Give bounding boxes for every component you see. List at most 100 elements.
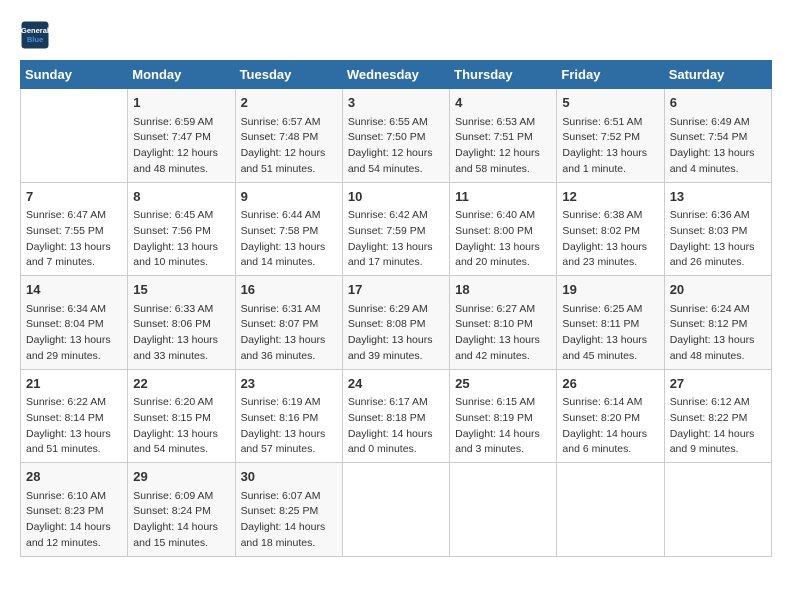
day-info: and 39 minutes. bbox=[348, 349, 444, 365]
day-info: and 12 minutes. bbox=[26, 536, 122, 552]
day-info: Sunrise: 6:19 AM bbox=[241, 395, 337, 411]
day-info: and 33 minutes. bbox=[133, 349, 229, 365]
day-number: 22 bbox=[133, 374, 229, 394]
day-number: 4 bbox=[455, 93, 551, 113]
svg-text:Blue: Blue bbox=[27, 35, 43, 44]
day-info: Sunrise: 6:22 AM bbox=[26, 395, 122, 411]
day-cell: 5Sunrise: 6:51 AMSunset: 7:52 PMDaylight… bbox=[557, 89, 664, 183]
day-info: Sunset: 8:22 PM bbox=[670, 411, 766, 427]
day-number: 7 bbox=[26, 187, 122, 207]
day-cell: 12Sunrise: 6:38 AMSunset: 8:02 PMDayligh… bbox=[557, 182, 664, 276]
day-info: and 51 minutes. bbox=[26, 442, 122, 458]
day-info: and 7 minutes. bbox=[26, 255, 122, 271]
day-number: 6 bbox=[670, 93, 766, 113]
day-info: Sunset: 8:15 PM bbox=[133, 411, 229, 427]
day-info: and 4 minutes. bbox=[670, 162, 766, 178]
day-cell: 19Sunrise: 6:25 AMSunset: 8:11 PMDayligh… bbox=[557, 276, 664, 370]
day-number: 15 bbox=[133, 280, 229, 300]
day-cell: 25Sunrise: 6:15 AMSunset: 8:19 PMDayligh… bbox=[450, 369, 557, 463]
day-info: Sunset: 8:06 PM bbox=[133, 317, 229, 333]
day-number: 24 bbox=[348, 374, 444, 394]
day-info: Sunrise: 6:45 AM bbox=[133, 208, 229, 224]
day-cell: 29Sunrise: 6:09 AMSunset: 8:24 PMDayligh… bbox=[128, 463, 235, 557]
day-info: Sunset: 8:07 PM bbox=[241, 317, 337, 333]
day-info: Sunset: 8:25 PM bbox=[241, 504, 337, 520]
day-info: Sunrise: 6:31 AM bbox=[241, 302, 337, 318]
day-number: 17 bbox=[348, 280, 444, 300]
day-info: Sunrise: 6:09 AM bbox=[133, 489, 229, 505]
day-info: and 54 minutes. bbox=[133, 442, 229, 458]
day-info: Sunset: 7:54 PM bbox=[670, 130, 766, 146]
day-info: Daylight: 13 hours bbox=[670, 333, 766, 349]
day-number: 9 bbox=[241, 187, 337, 207]
day-info: Sunset: 7:56 PM bbox=[133, 224, 229, 240]
col-header-monday: Monday bbox=[128, 61, 235, 89]
day-info: Sunset: 7:51 PM bbox=[455, 130, 551, 146]
day-info: Sunrise: 6:33 AM bbox=[133, 302, 229, 318]
day-info: Sunset: 8:20 PM bbox=[562, 411, 658, 427]
logo: General Blue bbox=[20, 20, 54, 50]
day-number: 14 bbox=[26, 280, 122, 300]
day-info: Sunrise: 6:14 AM bbox=[562, 395, 658, 411]
day-info: Sunset: 8:03 PM bbox=[670, 224, 766, 240]
day-info: Sunset: 8:23 PM bbox=[26, 504, 122, 520]
day-cell: 1Sunrise: 6:59 AMSunset: 7:47 PMDaylight… bbox=[128, 89, 235, 183]
day-cell: 23Sunrise: 6:19 AMSunset: 8:16 PMDayligh… bbox=[235, 369, 342, 463]
day-info: Daylight: 13 hours bbox=[26, 333, 122, 349]
day-info: Daylight: 14 hours bbox=[562, 427, 658, 443]
day-info: Daylight: 13 hours bbox=[670, 146, 766, 162]
day-cell: 21Sunrise: 6:22 AMSunset: 8:14 PMDayligh… bbox=[21, 369, 128, 463]
day-info: and 20 minutes. bbox=[455, 255, 551, 271]
day-cell: 15 Sunrise: 6:33 AMSunset: 8:06 PMDayligh… bbox=[128, 276, 235, 370]
day-info: and 36 minutes. bbox=[241, 349, 337, 365]
day-info: Sunrise: 6:49 AM bbox=[670, 115, 766, 131]
day-number: 28 bbox=[26, 467, 122, 487]
day-info: and 29 minutes. bbox=[26, 349, 122, 365]
day-number: 8 bbox=[133, 187, 229, 207]
col-header-wednesday: Wednesday bbox=[342, 61, 449, 89]
day-info: and 15 minutes. bbox=[133, 536, 229, 552]
day-info: Daylight: 13 hours bbox=[133, 240, 229, 256]
day-number: 23 bbox=[241, 374, 337, 394]
day-info: Sunset: 8:14 PM bbox=[26, 411, 122, 427]
page-container: General Blue SundayMondayTuesdayWednesda… bbox=[0, 0, 792, 567]
day-info: and 0 minutes. bbox=[348, 442, 444, 458]
day-number: 25 bbox=[455, 374, 551, 394]
day-info: Sunrise: 6:10 AM bbox=[26, 489, 122, 505]
col-header-friday: Friday bbox=[557, 61, 664, 89]
day-info: Sunrise: 6:34 AM bbox=[26, 302, 122, 318]
day-cell: 27Sunrise: 6:12 AMSunset: 8:22 PMDayligh… bbox=[664, 369, 771, 463]
day-number: 26 bbox=[562, 374, 658, 394]
day-info: Sunrise: 6:29 AM bbox=[348, 302, 444, 318]
day-info: Sunset: 7:50 PM bbox=[348, 130, 444, 146]
day-cell: 24Sunrise: 6:17 AMSunset: 8:18 PMDayligh… bbox=[342, 369, 449, 463]
day-info: Sunset: 8:00 PM bbox=[455, 224, 551, 240]
day-cell bbox=[664, 463, 771, 557]
day-number: 1 bbox=[133, 93, 229, 113]
day-cell bbox=[21, 89, 128, 183]
day-info: and 23 minutes. bbox=[562, 255, 658, 271]
day-cell: 6 Sunrise: 6:49 AMSunset: 7:54 PMDaylight… bbox=[664, 89, 771, 183]
col-header-thursday: Thursday bbox=[450, 61, 557, 89]
day-cell: 20Sunrise: 6:24 AMSunset: 8:12 PMDayligh… bbox=[664, 276, 771, 370]
day-info: Daylight: 14 hours bbox=[348, 427, 444, 443]
day-info: Daylight: 13 hours bbox=[455, 333, 551, 349]
day-info: Sunrise: 6:53 AM bbox=[455, 115, 551, 131]
day-cell bbox=[342, 463, 449, 557]
day-info: Daylight: 14 hours bbox=[133, 520, 229, 536]
day-info: Daylight: 13 hours bbox=[133, 333, 229, 349]
day-cell: 22Sunrise: 6:20 AMSunset: 8:15 PMDayligh… bbox=[128, 369, 235, 463]
day-cell: 13Sunrise: 6:36 AMSunset: 8:03 PMDayligh… bbox=[664, 182, 771, 276]
week-row-1: 1Sunrise: 6:59 AMSunset: 7:47 PMDaylight… bbox=[21, 89, 772, 183]
day-cell bbox=[557, 463, 664, 557]
day-info: Daylight: 13 hours bbox=[348, 333, 444, 349]
day-info: Daylight: 13 hours bbox=[562, 333, 658, 349]
calendar-table: SundayMondayTuesdayWednesdayThursdayFrid… bbox=[20, 60, 772, 557]
day-cell: 3Sunrise: 6:55 AMSunset: 7:50 PMDaylight… bbox=[342, 89, 449, 183]
day-info: Sunrise: 6:12 AM bbox=[670, 395, 766, 411]
day-info: Sunset: 7:58 PM bbox=[241, 224, 337, 240]
day-info: and 1 minute. bbox=[562, 162, 658, 178]
day-info: Sunrise: 6:47 AM bbox=[26, 208, 122, 224]
day-info: Sunset: 8:18 PM bbox=[348, 411, 444, 427]
day-number: 16 bbox=[241, 280, 337, 300]
